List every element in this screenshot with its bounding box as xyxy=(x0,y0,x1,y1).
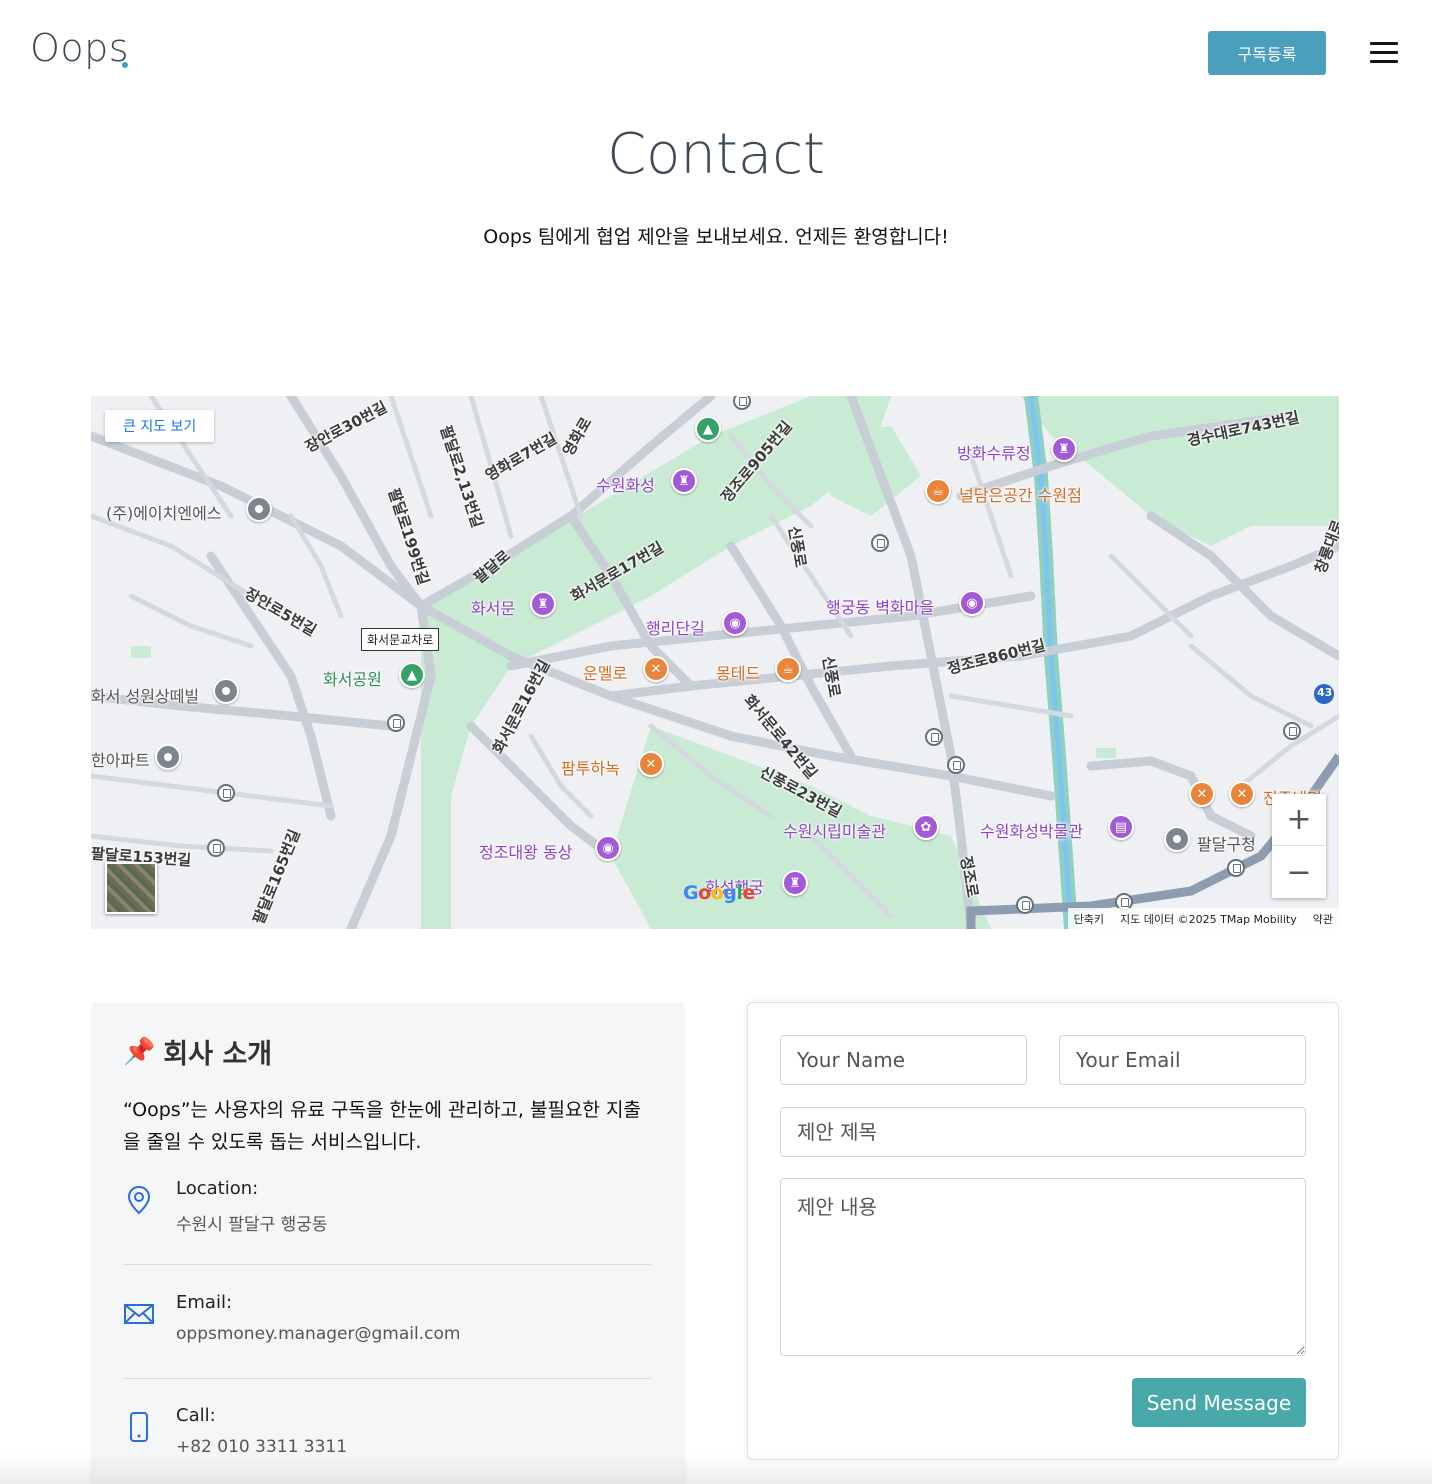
cafe-pin-icon[interactable]: ☕ xyxy=(925,478,951,504)
zoom-control: + − xyxy=(1272,794,1326,898)
landmark-pin-icon[interactable]: ♜ xyxy=(782,870,808,896)
envelope-icon xyxy=(124,1304,154,1324)
terms-link[interactable]: 약관 xyxy=(1313,911,1333,927)
zoom-out-button[interactable]: − xyxy=(1272,846,1326,898)
page-subtitle: Oops 팀에게 협업 제안을 보내보세요. 언제든 환영합니다! xyxy=(483,226,949,248)
page-title: Contact xyxy=(607,122,825,187)
museum-pin-icon[interactable]: ✿ xyxy=(913,814,939,840)
view-large-map-button[interactable]: 큰 지도 보기 xyxy=(105,410,215,442)
hamburger-icon[interactable] xyxy=(1370,42,1398,68)
bus-stop-icon[interactable] xyxy=(871,534,889,552)
poi-label[interactable]: 수원시립미술관 xyxy=(783,818,886,842)
subject-input[interactable] xyxy=(780,1107,1306,1157)
map-footer: 단축키 지도 데이터 ©2025 TMap Mobility 약관 xyxy=(1067,908,1339,929)
location-value: 수원시 팔달구 행궁동 xyxy=(176,1215,328,1235)
camera-pin-icon[interactable]: ◉ xyxy=(959,590,985,616)
poi-label[interactable]: 운멜로 xyxy=(583,660,627,684)
location-pin-icon xyxy=(127,1185,151,1215)
poi-label[interactable]: 팜투하녹 xyxy=(561,755,620,779)
bus-stop-icon[interactable] xyxy=(947,756,965,774)
restaurant-pin-icon[interactable]: ✕ xyxy=(1189,781,1215,807)
poi-label[interactable]: 방화수류정 xyxy=(957,440,1031,464)
divider xyxy=(123,1264,651,1265)
place-pin-icon[interactable] xyxy=(246,496,272,522)
poi-label[interactable]: 팔달구청 xyxy=(1197,831,1256,855)
poi-label[interactable]: 수원화성 xyxy=(596,472,655,496)
poi-label[interactable]: 정조대왕 동상 xyxy=(479,839,572,863)
park-pin-icon[interactable]: ▲ xyxy=(695,416,721,442)
company-info-card: 📌 회사 소개 “Oops”는 사용자의 유료 구독을 한눈에 관리하고, 불필… xyxy=(90,1002,686,1484)
info-description: “Oops”는 사용자의 유료 구독을 한눈에 관리하고, 불필요한 지출을 줄… xyxy=(123,1099,641,1153)
poi-label[interactable]: 행궁동 벽화마을 xyxy=(826,594,934,618)
poi-label[interactable]: 행리단길 xyxy=(646,615,705,639)
email-value[interactable]: oppsmoney.manager@gmail.com xyxy=(176,1324,460,1344)
poi-label[interactable]: 화서 성원상떼빌 xyxy=(91,683,199,707)
google-map[interactable]: 큰 지도 보기 장안로30번길 팔달로2,13번길 영화로7번길 영화로 정조로… xyxy=(91,396,1339,929)
office-pin-icon[interactable] xyxy=(1164,826,1190,852)
bus-stop-icon[interactable] xyxy=(1227,859,1245,877)
email-input[interactable] xyxy=(1059,1035,1306,1085)
camera-pin-icon[interactable]: ◉ xyxy=(595,835,621,861)
museum-pin-icon[interactable]: ▤ xyxy=(1108,814,1134,840)
send-message-button[interactable]: Send Message xyxy=(1132,1378,1306,1427)
info-title: 📌 회사 소개 xyxy=(123,1032,272,1071)
place-pin-icon[interactable] xyxy=(155,744,181,770)
place-pin-icon[interactable] xyxy=(213,678,239,704)
landmark-pin-icon[interactable]: ♜ xyxy=(530,591,556,617)
bus-stop-icon[interactable] xyxy=(387,714,405,732)
divider xyxy=(123,1378,651,1379)
landmark-pin-icon[interactable]: ♜ xyxy=(1051,436,1077,462)
poi-label[interactable]: 몽테드 xyxy=(716,660,760,684)
call-label: Call: xyxy=(176,1405,216,1426)
email-label: Email: xyxy=(176,1292,233,1313)
location-label: Location: xyxy=(176,1178,259,1199)
google-logo: Google xyxy=(683,882,755,904)
route-number: 43 xyxy=(1317,686,1333,699)
contact-form: Send Message xyxy=(747,1002,1339,1460)
poi-label[interactable]: 화서문 xyxy=(471,595,515,619)
junction-tag: 화서문교차로 xyxy=(361,628,440,651)
pushpin-icon: 📌 xyxy=(123,1036,156,1067)
logo-dot xyxy=(122,62,128,68)
keyboard-shortcuts-link[interactable]: 단축키 xyxy=(1074,911,1104,927)
info-title-text: 회사 소개 xyxy=(163,1039,273,1070)
bus-stop-icon[interactable] xyxy=(1283,722,1301,740)
site-header: Oops 구독등록 xyxy=(0,0,1432,100)
poi-label[interactable]: 널담은공간 수원점 xyxy=(959,482,1082,506)
bus-stop-icon[interactable] xyxy=(207,839,225,857)
poi-label[interactable]: 수원화성박물관 xyxy=(980,818,1083,842)
phone-icon xyxy=(130,1412,148,1442)
map-data-attribution: 지도 데이터 ©2025 TMap Mobility xyxy=(1120,912,1297,926)
name-input[interactable] xyxy=(780,1035,1027,1085)
poi-label[interactable]: 화서공원 xyxy=(323,666,382,690)
landmark-pin-icon[interactable]: ♜ xyxy=(671,468,697,494)
zoom-in-button[interactable]: + xyxy=(1272,794,1326,846)
poi-label[interactable]: 한아파트 xyxy=(91,747,150,771)
restaurant-pin-icon[interactable]: ✕ xyxy=(643,656,669,682)
call-value[interactable]: +82 010 3311 3311 xyxy=(176,1437,347,1457)
subscribe-button[interactable]: 구독등록 xyxy=(1208,31,1326,75)
bus-stop-icon[interactable] xyxy=(1016,896,1034,914)
bus-stop-icon[interactable] xyxy=(925,728,943,746)
bus-stop-icon[interactable] xyxy=(217,784,235,802)
poi-label[interactable]: (주)에이치엔에스 xyxy=(106,500,222,524)
park-pin-icon[interactable]: ▲ xyxy=(399,662,425,688)
restaurant-pin-icon[interactable]: ✕ xyxy=(1229,781,1255,807)
logo[interactable]: Oops xyxy=(30,26,129,70)
satellite-toggle-button[interactable] xyxy=(105,862,157,914)
restaurant-pin-icon[interactable]: ✕ xyxy=(638,751,664,777)
cafe-pin-icon[interactable]: ☕ xyxy=(775,656,801,682)
camera-pin-icon[interactable]: ◉ xyxy=(722,610,748,636)
message-textarea[interactable] xyxy=(780,1178,1306,1356)
